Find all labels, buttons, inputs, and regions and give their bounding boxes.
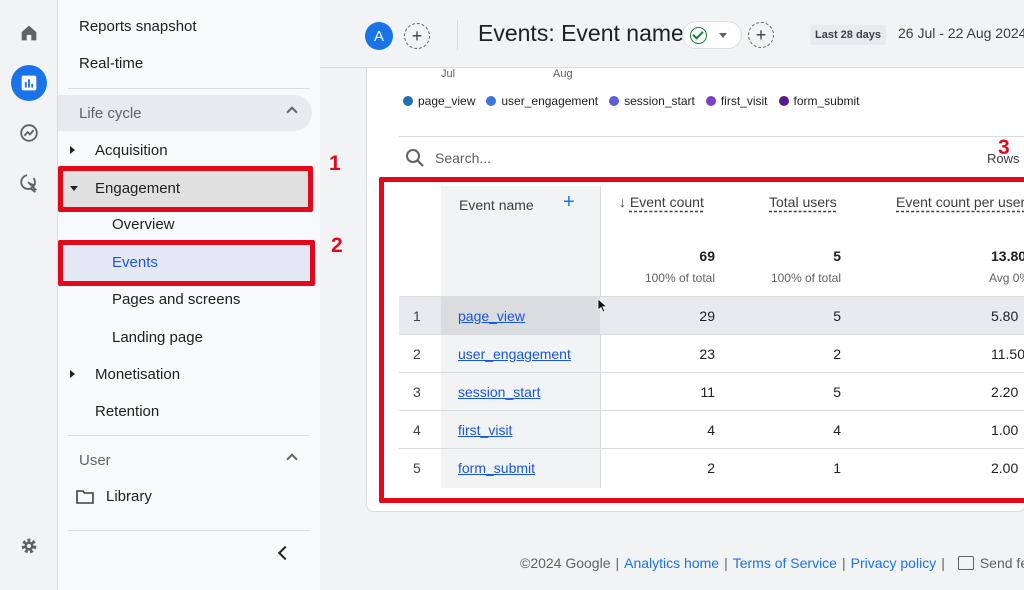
chart-month-label: Aug [553, 68, 573, 80]
annotation-number-2: 2 [331, 234, 343, 257]
nav-section-label: User [79, 451, 111, 469]
search-input[interactable] [435, 148, 735, 168]
legend-dot [778, 96, 789, 106]
legend-label: user_engagement [501, 94, 599, 108]
folder-icon [76, 489, 94, 504]
home-icon[interactable] [11, 15, 47, 51]
nav-pages-and-screens[interactable]: Pages and screens [112, 282, 240, 316]
chevron-up-icon [286, 106, 298, 118]
card-divider [399, 136, 1024, 137]
annotation-box-engagement [58, 166, 313, 212]
settings-icon[interactable] [11, 528, 47, 564]
reports-icon[interactable] [11, 65, 47, 101]
annotation-number-3: 3 [998, 136, 1010, 159]
footer-terms-link[interactable]: Terms of Service [733, 555, 837, 571]
comparison-avatar[interactable]: A [365, 22, 393, 50]
add-filter-button[interactable]: + [748, 22, 774, 48]
search-icon [406, 149, 424, 167]
legend-dot [403, 96, 413, 106]
nav-label: Library [106, 487, 152, 505]
footer-privacy-link[interactable]: Privacy policy [851, 555, 937, 571]
legend-item[interactable]: user_engagement [486, 94, 598, 108]
add-comparison-button[interactable]: + [404, 23, 430, 49]
check-circle-icon [690, 26, 707, 44]
reports-nav: Reports snapshot Real-time Life cycle Ac… [58, 0, 320, 590]
annotation-box-events [58, 240, 315, 286]
legend-label: page_view [418, 94, 476, 108]
legend-item[interactable]: form_submit [778, 94, 860, 108]
page-title: Events: Event name [478, 20, 684, 46]
nav-realtime[interactable]: Real-time [79, 46, 143, 80]
chart-month-label: Jul [441, 68, 456, 80]
advertising-icon[interactable] [11, 165, 47, 201]
legend-item[interactable]: page_view [403, 94, 475, 108]
nav-retention[interactable]: Retention [95, 394, 159, 428]
legend-dot [609, 96, 620, 106]
caret-down-icon [719, 32, 727, 38]
footer-separator: | [724, 555, 728, 571]
page-header: A + Events: Event name + Last 28 days 26… [320, 0, 1024, 68]
caret-right-icon [70, 370, 75, 378]
nav-divider [68, 88, 310, 89]
annotation-number-1: 1 [329, 152, 341, 175]
legend-dot [486, 96, 497, 106]
explore-icon[interactable] [11, 115, 47, 151]
feedback-icon[interactable] [957, 556, 974, 570]
chart-legend: page_view user_engagement session_start … [403, 94, 871, 108]
nav-overview[interactable]: Overview [112, 207, 175, 241]
footer-separator: | [841, 555, 846, 571]
nav-section-label: Life cycle [79, 104, 142, 122]
nav-landing-page[interactable]: Landing page [112, 320, 203, 354]
nav-acquisition[interactable]: Acquisition [58, 133, 308, 167]
nav-monetisation[interactable]: Monetisation [58, 357, 308, 391]
nav-library[interactable]: Library [76, 479, 152, 513]
nav-label: Monetisation [95, 365, 181, 383]
legend-item[interactable]: session_start [609, 94, 695, 108]
nav-label: Acquisition [95, 141, 168, 159]
legend-item[interactable]: first_visit [705, 94, 768, 108]
report-status-dropdown[interactable] [682, 21, 742, 49]
nav-divider [68, 530, 310, 531]
legend-label: first_visit [720, 94, 768, 108]
footer-copyright: ©2024 Google [520, 555, 611, 571]
nav-divider [68, 435, 310, 436]
page-footer: ©2024 Google | Analytics home | Terms of… [520, 555, 1024, 571]
footer-separator: | [941, 555, 945, 571]
footer-separator: | [615, 555, 620, 571]
legend-label: form_submit [793, 94, 860, 108]
legend-label: session_start [624, 94, 695, 108]
header-separator [457, 20, 458, 50]
collapse-nav-chevron-icon[interactable] [277, 545, 293, 561]
legend-dot [705, 96, 716, 106]
nav-section-user[interactable]: User [58, 442, 312, 478]
date-range[interactable]: 26 Jul - 22 Aug 2024 [898, 25, 1024, 41]
footer-analytics-home-link[interactable]: Analytics home [624, 555, 719, 571]
footer-feedback-link[interactable]: Send feedback [980, 555, 1024, 571]
annotation-box-table [379, 177, 1024, 503]
chevron-up-icon [286, 453, 298, 465]
left-rail [0, 0, 58, 590]
nav-reports-snapshot[interactable]: Reports snapshot [79, 9, 197, 43]
nav-section-lifecycle[interactable]: Life cycle [58, 95, 312, 131]
date-preset-badge[interactable]: Last 28 days [810, 25, 887, 45]
caret-right-icon [70, 146, 75, 154]
